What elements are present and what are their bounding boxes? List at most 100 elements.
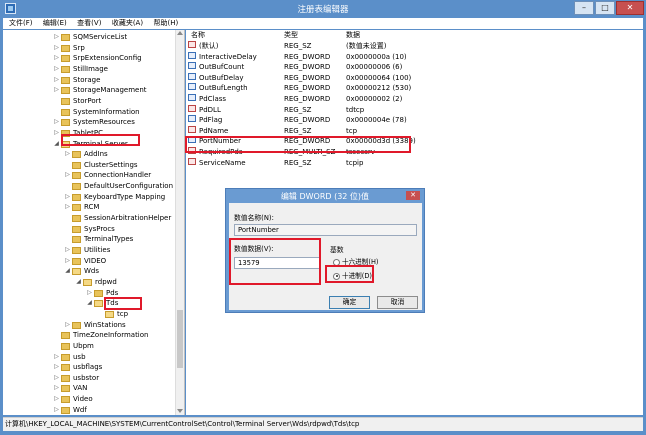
cancel-button[interactable]: 取消	[377, 296, 418, 309]
menu-help[interactable]: 帮助(H)	[153, 18, 178, 29]
hex-radio[interactable]: 十六进制(H)	[333, 258, 378, 267]
registry-key-tree[interactable]: ▷ SQMServiceList ▷ Srp ▷ SrpExtensionConfig ▷ S…	[3, 30, 185, 415]
tree-node[interactable]: ▷ SrpExtensionConfig	[53, 53, 142, 64]
collapse-arrow-icon[interactable]: ◢	[64, 266, 71, 277]
value-row[interactable]: PortNumber REG_DWORD 0x00000d3d (3389)	[186, 136, 643, 147]
tree-node[interactable]: ▷ Wdf	[53, 405, 87, 415]
value-row[interactable]: PdFlag REG_DWORD 0x0000004e (78)	[186, 115, 643, 126]
collapse-arrow-icon[interactable]: ◢	[86, 298, 93, 309]
dec-radio[interactable]: 十进制(D)	[333, 272, 372, 281]
tree-node[interactable]: SystemInformation	[53, 107, 140, 118]
column-data-header[interactable]: 数据	[346, 30, 360, 40]
value-row[interactable]: OutBufLength REG_DWORD 0x00000212 (530)	[186, 83, 643, 94]
expand-arrow-icon[interactable]: ▷	[53, 117, 60, 128]
value-data-input[interactable]: 13579	[234, 257, 321, 269]
collapse-arrow-icon[interactable]: ◢	[75, 277, 82, 288]
tree-node[interactable]: ▷ Video	[53, 394, 93, 405]
expand-arrow-icon[interactable]: ▷	[53, 32, 60, 43]
tree-node[interactable]: ▷ StorageManagement	[53, 85, 147, 96]
value-row[interactable]: (默认) REG_SZ (数值未设置)	[186, 41, 643, 52]
close-button[interactable]: ✕	[616, 1, 644, 15]
tree-node[interactable]: ▷ ConnectionHandler	[64, 170, 151, 181]
expand-arrow-icon[interactable]: ▷	[53, 128, 60, 139]
scroll-up-icon[interactable]	[177, 31, 183, 35]
tree-node[interactable]: ▷ VIDEO	[64, 256, 106, 267]
tree-node[interactable]: ▷ TabletPC	[53, 128, 103, 139]
tree-node[interactable]: ▷ Srp	[53, 43, 85, 54]
value-row[interactable]: PdName REG_SZ tcp	[186, 125, 643, 137]
tree-node[interactable]: ▷ usbstor	[53, 373, 99, 384]
expand-arrow-icon[interactable]: ▷	[53, 352, 60, 363]
expand-arrow-icon[interactable]: ▷	[64, 256, 71, 267]
tree-node[interactable]: ▷ RCM	[64, 202, 99, 213]
title-bar[interactable]: 注册表编辑器 – □ ✕	[0, 0, 646, 18]
expand-arrow-icon[interactable]: ▷	[53, 75, 60, 86]
value-row[interactable]: OutBufDelay REG_DWORD 0x00000064 (100)	[186, 72, 643, 84]
expand-arrow-icon[interactable]: ▷	[86, 288, 93, 299]
dec-radio-dot[interactable]	[333, 272, 340, 280]
expand-arrow-icon[interactable]: ▷	[53, 394, 60, 405]
tree-node[interactable]: TerminalTypes	[64, 234, 133, 245]
maximize-button[interactable]: □	[595, 1, 615, 15]
expand-arrow-icon[interactable]: ▷	[64, 170, 71, 181]
tree-node[interactable]: ◢ Wds	[64, 266, 99, 277]
scroll-down-icon[interactable]	[177, 409, 183, 413]
tree-node[interactable]: ▷ SystemResources	[53, 117, 135, 128]
ok-button[interactable]: 确定	[329, 296, 370, 309]
tree-node[interactable]: ◢ Tds	[86, 298, 118, 309]
tree-node[interactable]: StorPort	[53, 96, 101, 107]
tree-node[interactable]: TimeZoneInformation	[53, 330, 148, 341]
tree-node[interactable]: ▷ Utilities	[64, 245, 110, 256]
tree-node[interactable]: Ubpm	[53, 341, 94, 352]
expand-arrow-icon[interactable]: ▷	[53, 85, 60, 96]
expand-arrow-icon[interactable]: ▷	[53, 383, 60, 394]
tree-node[interactable]: SysProcs	[64, 224, 115, 235]
column-name-header[interactable]: 名称	[191, 30, 205, 40]
expand-arrow-icon[interactable]: ▷	[64, 245, 71, 256]
expand-arrow-icon[interactable]: ▷	[64, 149, 71, 160]
tree-node[interactable]: ClusterSettings	[64, 160, 138, 171]
expand-arrow-icon[interactable]: ▷	[64, 320, 71, 331]
value-row[interactable]: PdDLL REG_SZ tdtcp	[186, 104, 643, 116]
tree-node[interactable]: ▷ usbflags	[53, 362, 102, 373]
tree-node[interactable]: ◢ rdpwd	[75, 277, 117, 288]
tree-node[interactable]: ▷ Storage	[53, 75, 100, 86]
dialog-close-button[interactable]: ✕	[406, 191, 420, 200]
menu-file[interactable]: 文件(F)	[9, 18, 33, 29]
tree-node[interactable]: SessionArbitrationHelper	[64, 213, 171, 224]
value-row[interactable]: OutBufCount REG_DWORD 0x00000006 (6)	[186, 62, 643, 73]
value-row[interactable]: PdClass REG_DWORD 0x00000002 (2)	[186, 94, 643, 105]
minimize-button[interactable]: –	[574, 1, 594, 15]
tree-node[interactable]: ◢ Terminal Server	[53, 139, 128, 150]
value-row[interactable]: ServiceName REG_SZ tcpip	[186, 157, 643, 169]
expand-arrow-icon[interactable]: ▷	[53, 405, 60, 415]
column-type-header[interactable]: 类型	[284, 30, 298, 40]
expand-arrow-icon[interactable]: ▷	[53, 362, 60, 373]
value-row[interactable]: RequiredPds REG_MULTI_SZ tssecsrv	[186, 147, 643, 158]
tree-scrollbar[interactable]	[175, 30, 184, 415]
value-row[interactable]: InteractiveDelay REG_DWORD 0x0000000a (10)	[186, 51, 643, 63]
expand-arrow-icon[interactable]: ▷	[53, 373, 60, 384]
expand-arrow-icon[interactable]: ▷	[64, 192, 71, 203]
tree-node[interactable]: ▷ usb	[53, 352, 86, 363]
tree-node[interactable]: ▷ WinStations	[64, 320, 126, 331]
menu-edit[interactable]: 编辑(E)	[43, 18, 67, 29]
menu-favorites[interactable]: 收藏夹(A)	[112, 18, 143, 29]
tree-node[interactable]: DefaultUserConfiguration	[64, 181, 173, 192]
scrollbar-thumb[interactable]	[177, 310, 183, 368]
expand-arrow-icon[interactable]: ▷	[53, 64, 60, 75]
tree-node[interactable]: ▷ Pds	[86, 288, 118, 299]
tree-node[interactable]: ▷ VAN	[53, 383, 87, 394]
expand-arrow-icon[interactable]: ▷	[53, 43, 60, 54]
tree-node[interactable]: ▷ StillImage	[53, 64, 108, 75]
hex-radio-dot[interactable]	[333, 258, 340, 266]
tree-node[interactable]: tcp	[97, 309, 128, 320]
menu-view[interactable]: 查看(V)	[77, 18, 101, 29]
expand-arrow-icon[interactable]: ▷	[53, 53, 60, 64]
collapse-arrow-icon[interactable]: ◢	[53, 139, 60, 150]
expand-arrow-icon[interactable]: ▷	[64, 202, 71, 213]
tree-node[interactable]: ▷ KeyboardType Mapping	[64, 192, 165, 203]
tree-node[interactable]: ▷ SQMServiceList	[53, 32, 127, 43]
menu-bar: 文件(F) 编辑(E) 查看(V) 收藏夹(A) 帮助(H)	[3, 18, 643, 29]
tree-node[interactable]: ▷ AddIns	[64, 149, 108, 160]
